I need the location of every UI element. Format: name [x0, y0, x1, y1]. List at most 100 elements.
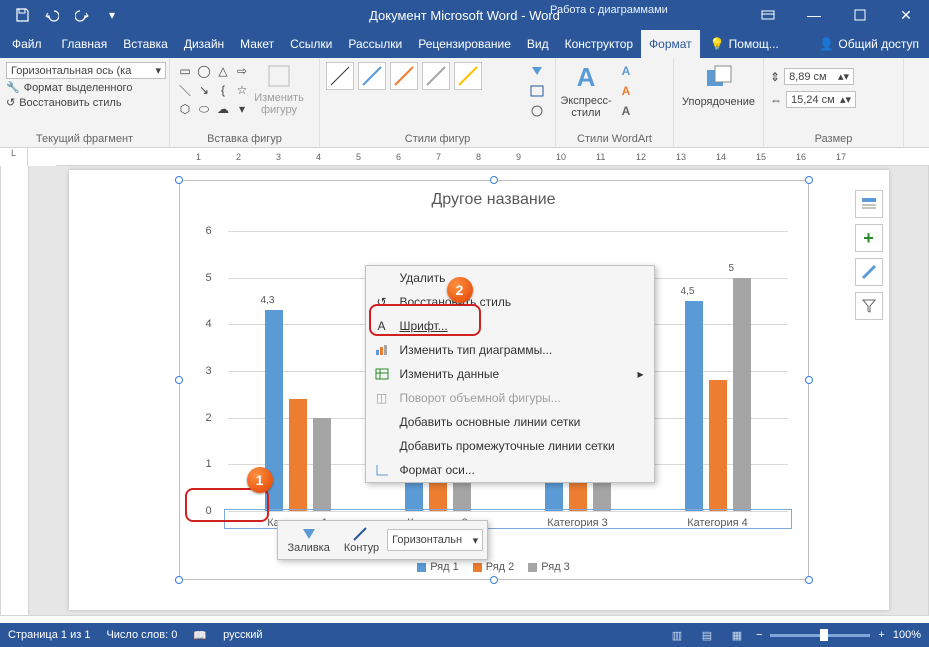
- share-button[interactable]: 👤Общий доступ: [809, 30, 929, 58]
- shape-rect-icon[interactable]: ▭: [176, 62, 194, 80]
- group-label: Стили фигур: [326, 131, 549, 145]
- shape-outline-button[interactable]: [525, 82, 549, 100]
- ctx-major-grid[interactable]: Добавить основные линии сетки: [366, 410, 654, 434]
- shape-styles-gallery[interactable]: [326, 62, 521, 90]
- chart-title[interactable]: Другое название: [180, 181, 808, 213]
- chart-filters-button[interactable]: [855, 292, 883, 320]
- text-effects-button[interactable]: A: [614, 102, 638, 120]
- zoom-slider[interactable]: [770, 634, 870, 637]
- tab-design[interactable]: Дизайн: [176, 30, 232, 58]
- context-tab-title: Работа с диаграммами: [540, 0, 678, 20]
- print-layout-icon[interactable]: ▤: [696, 624, 718, 646]
- word-count[interactable]: Число слов: 0: [106, 629, 177, 641]
- shape-line-icon[interactable]: ＼: [176, 81, 194, 99]
- undo-icon[interactable]: [38, 1, 66, 29]
- shape-fill-button[interactable]: [525, 62, 549, 80]
- shape-hex-icon[interactable]: ⬡: [176, 100, 194, 118]
- tab-references[interactable]: Ссылки: [282, 30, 340, 58]
- tell-me[interactable]: 💡Помощ...: [700, 30, 789, 58]
- callout-1: [185, 488, 269, 522]
- web-layout-icon[interactable]: ▦: [726, 624, 748, 646]
- text-fill-button[interactable]: A: [614, 62, 638, 80]
- redo-icon[interactable]: [68, 1, 96, 29]
- tab-file[interactable]: Файл: [0, 30, 54, 58]
- height-input[interactable]: 8,89 см▴▾: [784, 68, 854, 85]
- document-area: Другое название 0123456Категория 1Катего…: [0, 166, 929, 616]
- zoom-in-icon[interactable]: +: [878, 629, 884, 641]
- change-shape-button[interactable]: Изменить фигуру: [255, 62, 303, 116]
- ribbon-tabs: Файл Главная Вставка Дизайн Макет Ссылки…: [0, 30, 929, 58]
- selection-combo[interactable]: Горизонтальная ось (ка▾: [6, 62, 166, 79]
- chevron-down-icon: ▾: [155, 64, 161, 77]
- minimize-icon[interactable]: —: [791, 0, 837, 30]
- shape-arrow-icon[interactable]: ⇨: [233, 62, 251, 80]
- group-label: Размер: [770, 131, 897, 145]
- tab-constructor[interactable]: Конструктор: [557, 30, 641, 58]
- tab-insert[interactable]: Вставка: [115, 30, 176, 58]
- maximize-icon[interactable]: [837, 0, 883, 30]
- group-label: Вставка фигур: [176, 131, 313, 145]
- tab-format[interactable]: Формат: [641, 30, 700, 58]
- tab-home[interactable]: Главная: [54, 30, 116, 58]
- tab-layout[interactable]: Макет: [232, 30, 282, 58]
- document-title: Документ Microsoft Word - Word: [369, 8, 560, 23]
- share-icon: 👤: [819, 37, 834, 51]
- shape-tri-icon[interactable]: △: [214, 62, 232, 80]
- text-outline-button[interactable]: A: [614, 82, 638, 100]
- save-icon[interactable]: [8, 1, 36, 29]
- width-icon: ⇔: [770, 93, 782, 107]
- format-selection-button[interactable]: 🔧Формат выделенного: [6, 81, 132, 94]
- ctx-change-data[interactable]: Изменить данные▸: [366, 362, 654, 386]
- read-mode-icon[interactable]: ▥: [666, 624, 688, 646]
- chevron-down-icon: ▾: [473, 534, 479, 547]
- mini-toolbar: Заливка Контур Горизонтальн▾: [277, 520, 489, 560]
- ctx-minor-grid[interactable]: Добавить промежуточные линии сетки: [366, 434, 654, 458]
- shape-oval-icon[interactable]: ◯: [195, 62, 213, 80]
- zoom-level[interactable]: 100%: [893, 629, 921, 641]
- wordart-styles-button[interactable]: AЭкспресс-стили: [562, 62, 610, 119]
- mini-outline-button[interactable]: Контур: [338, 524, 385, 556]
- mini-combo[interactable]: Горизонтальн▾: [387, 529, 483, 551]
- tab-view[interactable]: Вид: [519, 30, 557, 58]
- group-label: Стили WordArt: [562, 131, 667, 145]
- width-input[interactable]: 15,24 см▴▾: [786, 91, 856, 108]
- axis-icon: [374, 462, 390, 478]
- chart-elements-button[interactable]: +: [855, 224, 883, 252]
- ctx-3d-rotate: ◫Поворот объемной фигуры...: [366, 386, 654, 410]
- group-label: [680, 143, 757, 145]
- chart-legend[interactable]: Ряд 1 Ряд 2 Ряд 3: [180, 561, 808, 573]
- close-icon[interactable]: ✕: [883, 0, 929, 30]
- arrange-button[interactable]: Упорядочение: [695, 62, 743, 108]
- qat-dropdown-icon[interactable]: ▾: [98, 1, 126, 29]
- chart-styles-button[interactable]: [855, 258, 883, 286]
- chart-type-icon: [374, 342, 390, 358]
- horizontal-ruler[interactable]: 1234567891011121314151617: [56, 148, 929, 166]
- shape-brace-icon[interactable]: {: [214, 81, 232, 99]
- vertical-ruler[interactable]: [1, 166, 29, 615]
- language[interactable]: русский: [223, 629, 262, 641]
- reset-style-button[interactable]: ↺Восстановить стиль: [6, 96, 122, 109]
- callout-2: [369, 304, 481, 336]
- tab-mailings[interactable]: Рассылки: [340, 30, 410, 58]
- shape-arrow2-icon[interactable]: ↘: [195, 81, 213, 99]
- shape-star-icon[interactable]: ☆: [233, 81, 251, 99]
- ribbon-options-icon[interactable]: [745, 0, 791, 30]
- proofing-icon[interactable]: 📖: [193, 629, 207, 642]
- rotate-3d-icon: ◫: [374, 390, 390, 406]
- badge-2: 2: [447, 277, 473, 303]
- status-bar: Страница 1 из 1 Число слов: 0 📖 русский …: [0, 623, 929, 647]
- chevron-right-icon: ▸: [637, 367, 643, 381]
- shape-more-icon[interactable]: ▾: [233, 100, 251, 118]
- ribbon: Горизонтальная ось (ка▾ 🔧Формат выделенн…: [0, 58, 929, 148]
- tab-review[interactable]: Рецензирование: [410, 30, 519, 58]
- mini-fill-button[interactable]: Заливка: [282, 524, 336, 556]
- shape-cloud-icon[interactable]: ☁: [214, 100, 232, 118]
- shape-effects-button[interactable]: [525, 102, 549, 120]
- ctx-delete[interactable]: Удалить: [366, 266, 654, 290]
- page-number[interactable]: Страница 1 из 1: [8, 629, 90, 641]
- ctx-change-type[interactable]: Изменить тип диаграммы...: [366, 338, 654, 362]
- shape-cyl-icon[interactable]: ⬭: [195, 100, 213, 118]
- zoom-out-icon[interactable]: −: [756, 629, 762, 641]
- ctx-axis-format[interactable]: Формат оси...: [366, 458, 654, 482]
- layout-options-button[interactable]: [855, 190, 883, 218]
